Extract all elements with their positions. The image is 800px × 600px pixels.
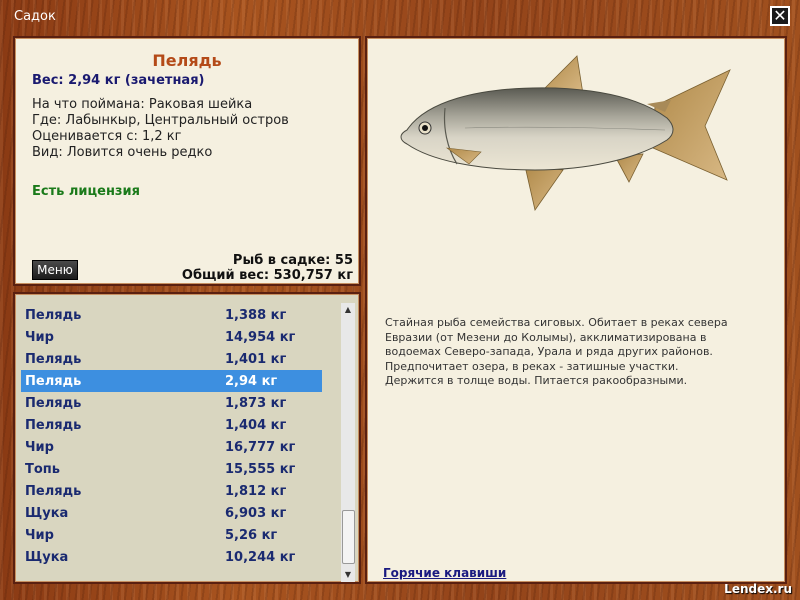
list-item[interactable]: Чир 16,777 кг [21,436,322,458]
fish-name-cell: Чир [25,440,54,455]
close-icon[interactable]: ✕ [770,6,790,26]
list-item[interactable]: Щука 6,903 кг [21,502,322,524]
rated-from: Оценивается с: 1,2 кг [32,129,182,144]
catch-list: Пелядь 1,388 кг Чир 14,954 кг Пелядь 1,401 кг… [21,304,322,568]
menu-button[interactable]: Меню [32,260,78,280]
fish-name-cell: Щука [25,506,69,521]
location: Где: Лабынкыр, Центральный остров [32,113,289,128]
fish-name-cell: Чир [25,528,54,543]
fish-name-cell: Пелядь [25,374,82,389]
fish-weight-cell: 6,903 кг [225,506,287,521]
fish-weight-cell: 1,404 кг [225,418,287,433]
fish-weight-cell: 15,555 кг [225,462,296,477]
license-status: Есть лицензия [32,184,140,199]
list-item[interactable]: Пелядь 1,873 кг [21,392,322,414]
fish-name-cell: Топь [25,462,61,477]
scroll-thumb[interactable] [342,510,355,564]
fish-name-cell: Чир [25,330,54,345]
list-item[interactable]: Щука 10,244 кг [21,546,322,568]
description-line: Стайная рыба семейства сиговых. Обитает … [385,316,728,329]
description-line: Евразии (от Мезени до Колымы), акклимати… [385,330,707,344]
fish-weight-cell: 16,777 кг [225,440,296,455]
scroll-up-icon[interactable]: ▲ [341,303,355,317]
fish-weight-cell: 10,244 кг [225,550,296,565]
title-bar: Садок ✕ [0,0,800,34]
fish-image [400,55,731,211]
list-item[interactable]: Топь 15,555 кг [21,458,322,480]
fish-description-panel: Стайная рыба семейства сиговых. Обитает … [365,36,787,584]
window-title: Садок [14,9,56,24]
fish-name-cell: Пелядь [25,308,82,323]
description-line: Предпочитает озера, в реках - затишные у… [385,359,679,373]
fish-kind: Вид: Ловится очень редко [32,145,213,160]
watermark: Lendex.ru [724,582,792,596]
fish-info-panel: Пелядь Вес: 2,94 кг (зачетная) На что по… [13,36,361,286]
fish-description: Стайная рыба семейства сиговых. Обитает … [385,316,765,389]
fish-name-cell: Пелядь [25,396,82,411]
list-item[interactable]: Чир 14,954 кг [21,326,322,348]
fish-weight-cell: 2,94 кг [225,374,278,389]
list-item[interactable]: Пелядь 2,94 кг [21,370,322,392]
fish-weight-cell: 1,388 кг [225,308,287,323]
fish-name: Пелядь [152,51,222,70]
hotkeys-link[interactable]: Горячие клавиши [383,566,506,580]
scroll-down-icon[interactable]: ▼ [341,568,355,582]
list-item[interactable]: Пелядь 1,388 кг [21,304,322,326]
list-item[interactable]: Пелядь 1,812 кг [21,480,322,502]
fish-weight-cell: 14,954 кг [225,330,296,345]
catch-list-panel: Пелядь 1,388 кг Чир 14,954 кг Пелядь 1,401 кг… [13,292,361,584]
fish-weight-cell: 1,873 кг [225,396,287,411]
list-item[interactable]: Пелядь 1,404 кг [21,414,322,436]
fish-weight-cell: 1,401 кг [225,352,287,367]
fish-name-cell: Щука [25,550,69,565]
fish-weight-cell: 1,812 кг [225,484,287,499]
list-item[interactable]: Пелядь 1,401 кг [21,348,322,370]
total-weight: Общий вес: 530,757 кг [181,268,353,283]
description-line: водоемах Северо-запада, Урала и ряда дру… [385,345,713,359]
fish-weight: Вес: 2,94 кг (зачетная) [32,73,205,88]
caught-on: На что поймана: Раковая шейка [32,97,253,112]
list-item[interactable]: Чир 5,26 кг [21,524,322,546]
fish-weight-cell: 5,26 кг [225,528,278,543]
fish-name-cell: Пелядь [25,352,82,367]
description-line: Держится в толще воды. Питается ракообра… [385,374,688,388]
fish-count: Рыб в садке: 55 [232,253,353,268]
scrollbar[interactable]: ▲ ▼ [341,303,355,582]
fish-name-cell: Пелядь [25,418,82,433]
fish-name-cell: Пелядь [25,484,82,499]
